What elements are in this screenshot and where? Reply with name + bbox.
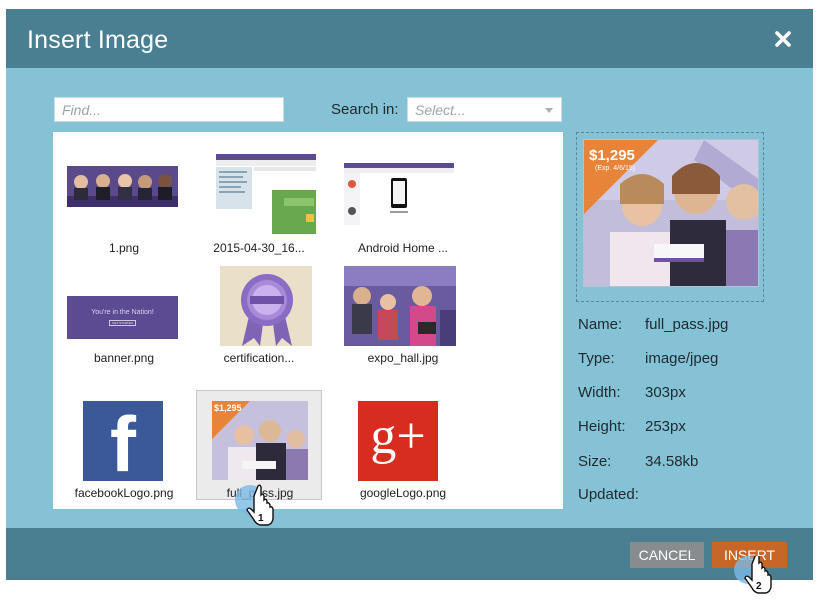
image-name: googleLogo.png [359, 486, 447, 500]
image-thumbnail [220, 266, 312, 346]
image-tile[interactable]: Android Home ... [340, 144, 466, 255]
image-name: certification... [223, 351, 295, 365]
type-value: image/jpeg [645, 350, 719, 367]
image-grid: 1.png 2015-04-30_16... Android Home ... … [53, 132, 563, 509]
image-tile[interactable]: 2015-04-30_16... [196, 144, 322, 255]
height-label: Height: [578, 418, 626, 435]
updated-label: Updated: [578, 486, 639, 503]
banner-button: GET STARTED [109, 320, 136, 326]
cancel-button[interactable]: CANCEL [630, 542, 704, 568]
image-name: 1.png [108, 241, 140, 255]
image-tile[interactable]: expo_hall.jpg [340, 266, 466, 376]
dialog-title: Insert Image [27, 26, 169, 54]
image-preview-frame: $1,295 (Exp. 4/6/15) [576, 132, 764, 302]
image-preview: $1,295 (Exp. 4/6/15) [583, 139, 759, 287]
preview-price-note: (Exp. 4/6/15) [595, 165, 636, 172]
size-value: 34.58kb [645, 453, 699, 470]
image-thumbnail: You're in the Nation! GET STARTED [67, 296, 178, 339]
search-in-label: Search in: [331, 101, 399, 118]
image-name: Android Home ... [357, 241, 449, 255]
width-value: 303px [645, 384, 686, 401]
search-in-select[interactable]: Select... [407, 97, 562, 122]
image-tile[interactable]: 1.png [61, 144, 187, 255]
image-name: expo_hall.jpg [367, 351, 439, 365]
facebook-letter: f [110, 401, 136, 481]
dialog-footer: CANCEL INSERT [6, 528, 813, 580]
image-thumbnail [344, 266, 456, 346]
type-label: Type: [578, 350, 615, 367]
image-tile[interactable]: f facebookLogo.png [61, 390, 187, 500]
image-thumbnail [216, 154, 316, 234]
size-label: Size: [578, 453, 612, 470]
image-tile[interactable]: You're in the Nation! GET STARTED banner… [61, 266, 187, 376]
select-value: Select... [415, 102, 466, 118]
step-2-label: 2 [756, 581, 762, 592]
close-icon[interactable] [773, 29, 793, 49]
hand-cursor-icon: 1 [232, 484, 278, 534]
height-value: 253px [645, 418, 686, 435]
banner-text: You're in the Nation! [91, 309, 154, 316]
image-name: banner.png [93, 351, 155, 365]
google-plus-icon: g+ [358, 401, 438, 481]
width-label: Width: [578, 384, 621, 401]
dialog-header: Insert Image [6, 9, 813, 68]
google-plus-letters: g+ [370, 408, 426, 465]
image-name: facebookLogo.png [74, 486, 174, 500]
chevron-down-icon [545, 108, 553, 113]
facebook-icon: f [83, 401, 163, 481]
preview-price: $1,295 [589, 147, 635, 164]
name-value: full_pass.jpg [645, 316, 729, 333]
image-tile[interactable]: g+ googleLogo.png [340, 390, 466, 500]
hand-cursor-icon: 2 [732, 552, 778, 602]
image-name: 2015-04-30_16... [213, 241, 305, 255]
step-1-label: 1 [258, 513, 264, 524]
insert-image-dialog: Insert Image Search in: Select... [6, 9, 813, 580]
find-input[interactable] [54, 97, 284, 122]
name-label: Name: [578, 316, 623, 333]
image-thumbnail [67, 166, 178, 207]
image-thumbnail: $1,295 [212, 401, 308, 480]
price-badge: $1,295 [214, 403, 242, 413]
image-tile[interactable]: certification... [196, 266, 322, 376]
image-thumbnail [344, 163, 454, 225]
